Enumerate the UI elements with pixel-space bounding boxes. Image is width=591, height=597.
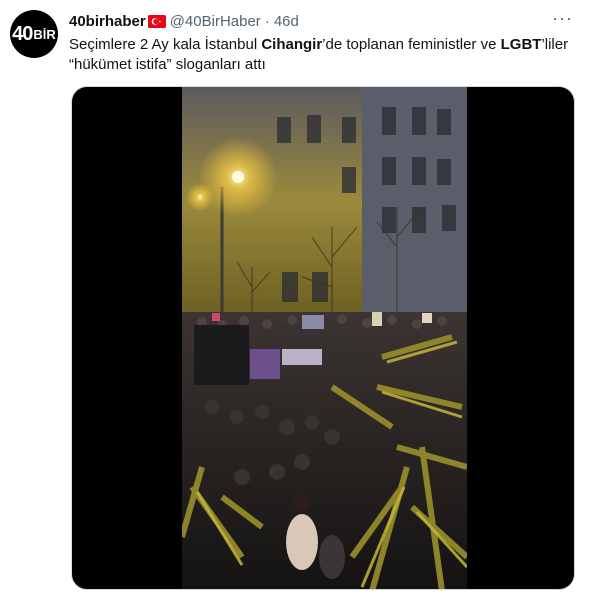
separator-dot: · xyxy=(264,12,270,30)
video-frame[interactable] xyxy=(182,87,467,589)
tweet-header: 40birhaber @40BirHaber · 46d xyxy=(69,11,571,31)
tweet-text-part: Seçimlere 2 Ay kala İstanbul xyxy=(69,36,262,53)
tweet-text-bold[interactable]: Cihangir xyxy=(261,36,322,53)
author-display-name[interactable]: 40birhaber xyxy=(69,13,146,30)
tweet[interactable]: 40 BİR 40birhaber @40BirHaber · 46d ··· … xyxy=(0,0,591,597)
tweet-text: Seçimlere 2 Ay kala İstanbul Cihangir’de… xyxy=(69,35,569,75)
turkey-flag-icon xyxy=(147,14,166,28)
tweet-text-part: ’de toplanan feministler ve xyxy=(322,36,501,53)
avatar-logo-word: BİR xyxy=(33,26,56,42)
video-scene-image xyxy=(182,87,467,589)
author-handle[interactable]: @40BirHaber xyxy=(170,13,261,30)
avatar[interactable]: 40 BİR xyxy=(10,10,58,58)
avatar-logo-number: 40 xyxy=(12,22,33,45)
more-options-icon[interactable]: ··· xyxy=(552,8,573,28)
tweet-timestamp[interactable]: 46d xyxy=(274,13,299,30)
tweet-text-bold[interactable]: LGBT xyxy=(501,36,542,53)
video-media[interactable] xyxy=(71,86,575,590)
